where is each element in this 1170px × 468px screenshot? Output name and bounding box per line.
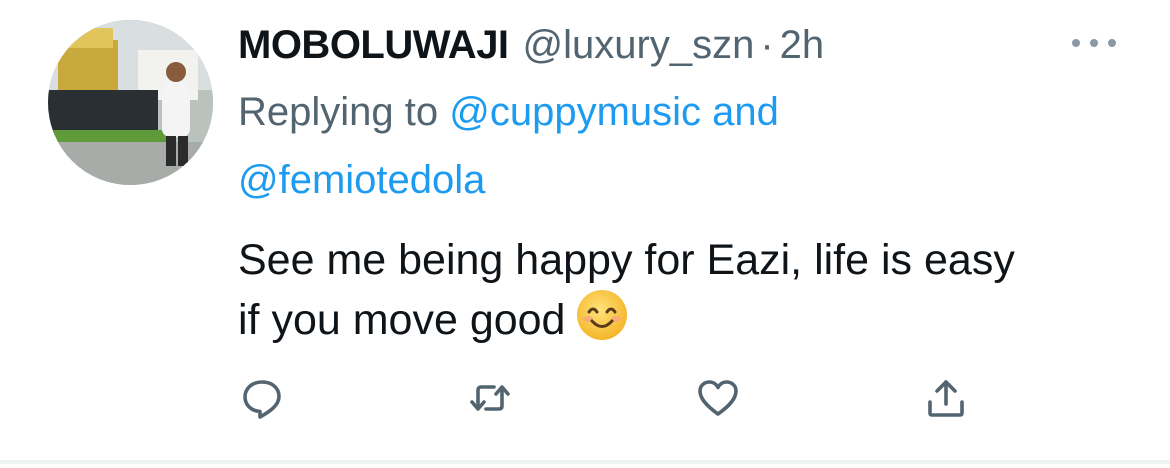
replying-to-line-2: @femiotedola [238, 156, 485, 204]
timestamp[interactable]: 2h [780, 23, 825, 68]
retweet-icon [470, 385, 510, 411]
tweet-text-line-1: See me being happy for Eazi, life is eas… [238, 236, 1015, 284]
user-handle[interactable]: @luxury_szn [523, 23, 755, 68]
display-name[interactable]: MOBOLUWAJI [238, 23, 509, 68]
replying-to-label: Replying to [238, 90, 439, 134]
smiling-face-emoji-icon [575, 288, 629, 342]
divider [0, 460, 1170, 464]
heart-icon [698, 380, 738, 416]
avatar-photo [48, 20, 213, 185]
tweet-card[interactable]: MOBOLUWAJI @luxury_szn · 2h Replying to … [0, 0, 1170, 464]
like-button[interactable] [696, 376, 740, 420]
more-options-icon[interactable] [1072, 34, 1116, 52]
reply-icon [243, 380, 281, 419]
tweet-text-line-2-wrap: if you move good [238, 288, 1138, 348]
tweet-text-line-2: if you move good [238, 296, 566, 344]
replying-to: Replying to @cuppymusic and [238, 88, 779, 136]
tweet-header: MOBOLUWAJI @luxury_szn · 2h [238, 20, 824, 70]
reply-button[interactable] [240, 376, 284, 420]
reply-mention-femiotedola[interactable]: @femiotedola [238, 158, 485, 202]
avatar[interactable] [48, 20, 213, 185]
reply-mention-cuppymusic[interactable]: @cuppymusic [449, 90, 701, 134]
reply-and[interactable]: and [712, 90, 779, 134]
share-icon [928, 380, 964, 417]
retweet-button[interactable] [468, 376, 512, 420]
share-button[interactable] [924, 376, 968, 420]
tweet-text: See me being happy for Eazi, life is eas… [238, 232, 1138, 348]
separator: · [760, 22, 774, 67]
